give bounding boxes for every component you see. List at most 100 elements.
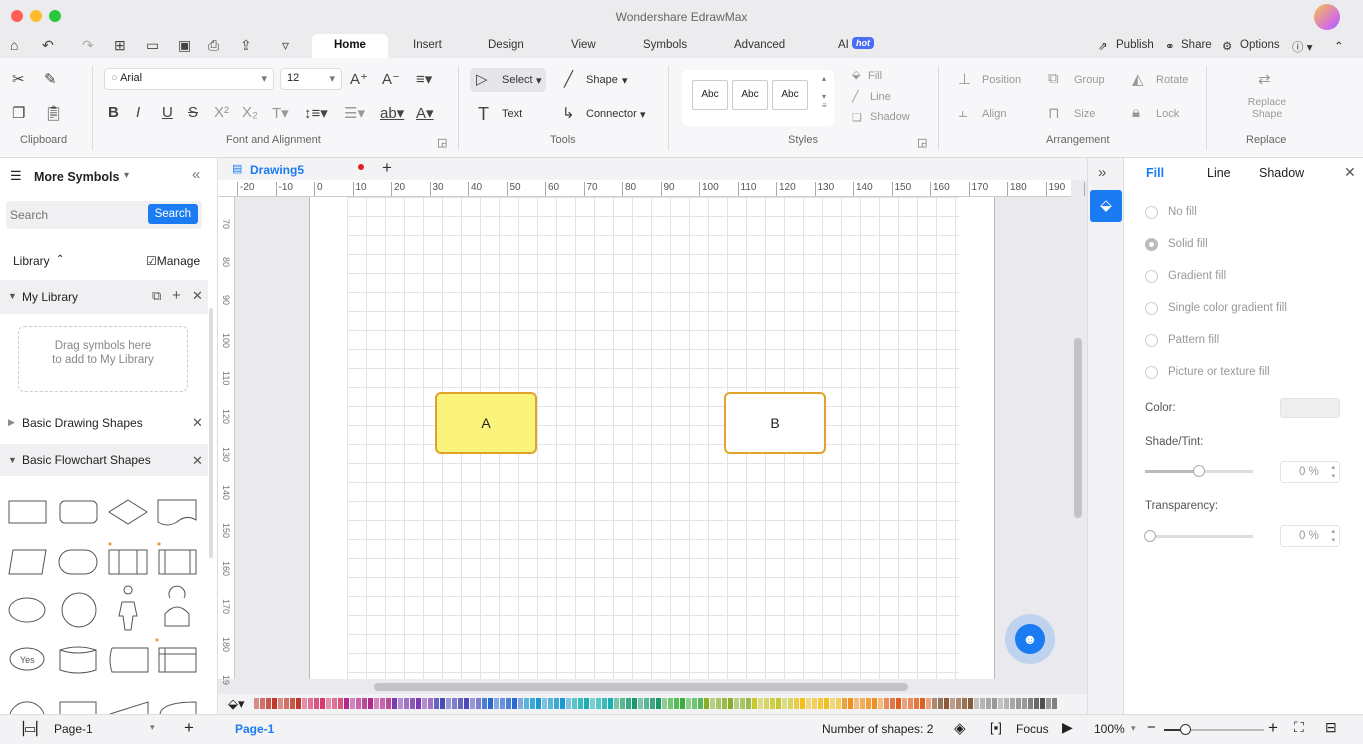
group-dropdown[interactable]: Group xyxy=(1074,74,1105,86)
tab-home[interactable]: Home xyxy=(312,34,388,58)
slider-handle[interactable] xyxy=(1144,530,1156,542)
tab-advanced[interactable]: Advanced xyxy=(734,39,785,51)
increase-font-icon[interactable]: A⁺ xyxy=(350,70,368,88)
alternate-process-shape[interactable] xyxy=(59,500,98,524)
close-icon[interactable]: ✕ xyxy=(192,415,203,431)
gear-icon[interactable]: ⚙ xyxy=(1222,39,1232,53)
radio-no-fill[interactable] xyxy=(1145,206,1158,219)
tab-insert[interactable]: Insert xyxy=(413,39,442,51)
predefined-process-shape[interactable] xyxy=(108,549,148,575)
style-sample[interactable]: Abc xyxy=(772,80,808,110)
avatar[interactable] xyxy=(1314,4,1340,30)
add-page-tab-icon[interactable]: + xyxy=(382,158,392,178)
options-button[interactable]: Options xyxy=(1240,39,1280,51)
align-dropdown[interactable]: Align xyxy=(982,108,1006,120)
decrease-font-icon[interactable]: A⁻ xyxy=(382,70,400,88)
tab-ai[interactable]: AI xyxy=(838,39,849,51)
slider-handle[interactable] xyxy=(1193,465,1205,477)
highlight-icon[interactable]: ab▾ xyxy=(380,104,404,122)
tab-drawing5[interactable]: Drawing5 xyxy=(250,163,304,177)
font-dialog-icon[interactable]: ◲ xyxy=(437,136,447,149)
export-icon[interactable]: ⇪ xyxy=(240,37,252,54)
close-icon[interactable]: ✕ xyxy=(1344,164,1356,181)
align-objects-icon[interactable]: ⫠ xyxy=(958,104,967,121)
tab-fill[interactable]: Fill xyxy=(1146,166,1164,180)
ellipse-shape[interactable] xyxy=(8,597,46,623)
play-icon[interactable]: ▶ xyxy=(1062,719,1073,736)
print-icon[interactable]: ⎙ xyxy=(208,37,219,54)
actor-shape[interactable] xyxy=(118,585,138,631)
fit-page-icon[interactable]: ⛶ xyxy=(1294,719,1304,736)
color-swatches[interactable] xyxy=(254,698,1058,712)
publish-icon[interactable]: ⇗ xyxy=(1098,39,1108,53)
copy-icon[interactable]: ❐ xyxy=(12,104,25,122)
terminator-shape[interactable] xyxy=(58,549,98,575)
drawing-page[interactable]: A B xyxy=(309,197,995,679)
tab-design[interactable]: Design xyxy=(488,39,524,51)
user-shape[interactable] xyxy=(164,585,190,627)
shadow-dropdown[interactable]: Shadow xyxy=(870,111,910,123)
page-tab[interactable]: Page-1 xyxy=(235,722,274,736)
search-button[interactable]: Search xyxy=(147,204,198,224)
style-sample[interactable]: Abc xyxy=(692,80,728,110)
radio-picture-fill[interactable] xyxy=(1145,366,1158,379)
fill-bucket-icon[interactable]: ⬙▾ xyxy=(228,696,245,712)
tab-shadow[interactable]: Shadow xyxy=(1259,166,1304,180)
more-symbols-button[interactable]: More Symbols xyxy=(34,170,119,184)
page-select[interactable]: Page-1 ▾ xyxy=(54,722,164,736)
style-sample[interactable]: Abc xyxy=(732,80,768,110)
search-input[interactable] xyxy=(10,205,140,225)
line-spacing-icon[interactable]: ↕≡▾ xyxy=(304,104,328,122)
group-icon[interactable]: ⧉ xyxy=(1048,70,1059,87)
fill-icon[interactable]: ⬙ xyxy=(852,68,860,81)
position-icon[interactable]: ⊥ xyxy=(958,70,971,88)
fullscreen-icon[interactable]: ⊟ xyxy=(1325,719,1337,736)
replace-shape-button[interactable]: Replace Shape xyxy=(1242,96,1292,120)
chevron-up-icon[interactable]: ⌃ xyxy=(56,254,64,265)
text-tool[interactable]: Text xyxy=(502,108,522,120)
superscript-icon[interactable]: X² xyxy=(214,104,229,121)
panel-scrollbar[interactable] xyxy=(209,308,213,558)
drop-zone[interactable]: Drag symbols here to add to My Library xyxy=(18,326,188,392)
page-layout-icon[interactable]: ▕▭▏ xyxy=(14,721,46,737)
basic-drawing-shapes-header[interactable]: ▶ Basic Drawing Shapes ✕ xyxy=(0,408,208,438)
tab-line[interactable]: Line xyxy=(1207,166,1231,180)
lock-icon[interactable]: 🔒︎ xyxy=(1132,104,1140,121)
gallery-scroll-icon[interactable]: ▴ ▾ ≡ xyxy=(822,74,827,110)
line-shape-icon[interactable]: ╱ xyxy=(564,70,573,88)
zoom-slider[interactable] xyxy=(1164,724,1264,735)
subscript-icon[interactable]: X₂ xyxy=(242,104,258,121)
manage-button[interactable]: ☑Manage xyxy=(146,254,200,268)
vertical-scrollbar[interactable] xyxy=(1074,338,1082,518)
share-button[interactable]: Share xyxy=(1181,39,1212,51)
radio-gradient-fill[interactable] xyxy=(1145,270,1158,283)
basic-flowchart-shapes-header[interactable]: ▼ Basic Flowchart Shapes ✕ xyxy=(0,444,208,476)
focus-button[interactable]: Focus xyxy=(1016,722,1049,736)
strikethrough-icon[interactable]: S xyxy=(188,104,198,121)
customize-icon[interactable]: ▿ xyxy=(282,37,289,54)
font-size-select[interactable]: 12 ▾ xyxy=(280,68,342,90)
close-icon[interactable]: ✕ xyxy=(192,288,203,304)
home-icon[interactable]: ⌂ xyxy=(10,37,18,53)
tab-view[interactable]: View xyxy=(571,39,596,51)
color-picker[interactable] xyxy=(1280,398,1340,418)
document-shape[interactable] xyxy=(157,499,197,526)
bullets-icon[interactable]: ☰▾ xyxy=(344,104,365,122)
connector-icon[interactable]: ↳ xyxy=(562,104,575,122)
shadow-icon[interactable]: ❑ xyxy=(852,111,862,124)
transparency-slider[interactable] xyxy=(1144,530,1253,542)
share-icon[interactable]: ⚭ xyxy=(1165,39,1175,53)
transparency-value-field[interactable]: 0 % ▴ ▾ xyxy=(1280,525,1340,547)
shape-tool[interactable]: Shape xyxy=(586,74,618,86)
open-icon[interactable]: ▭ xyxy=(146,37,159,54)
text-tool-icon[interactable]: T xyxy=(478,104,489,125)
collapse-panel-icon[interactable]: « xyxy=(192,166,200,183)
italic-icon[interactable]: I xyxy=(136,104,140,121)
circle-shape[interactable] xyxy=(61,592,97,628)
shape-a[interactable]: A xyxy=(435,392,537,454)
add-icon[interactable]: + xyxy=(172,287,181,304)
radio-solid-fill[interactable] xyxy=(1145,238,1158,251)
size-dropdown[interactable]: Size xyxy=(1074,108,1095,120)
bold-icon[interactable]: B xyxy=(108,104,119,121)
undo-icon[interactable]: ↶ xyxy=(42,37,54,54)
